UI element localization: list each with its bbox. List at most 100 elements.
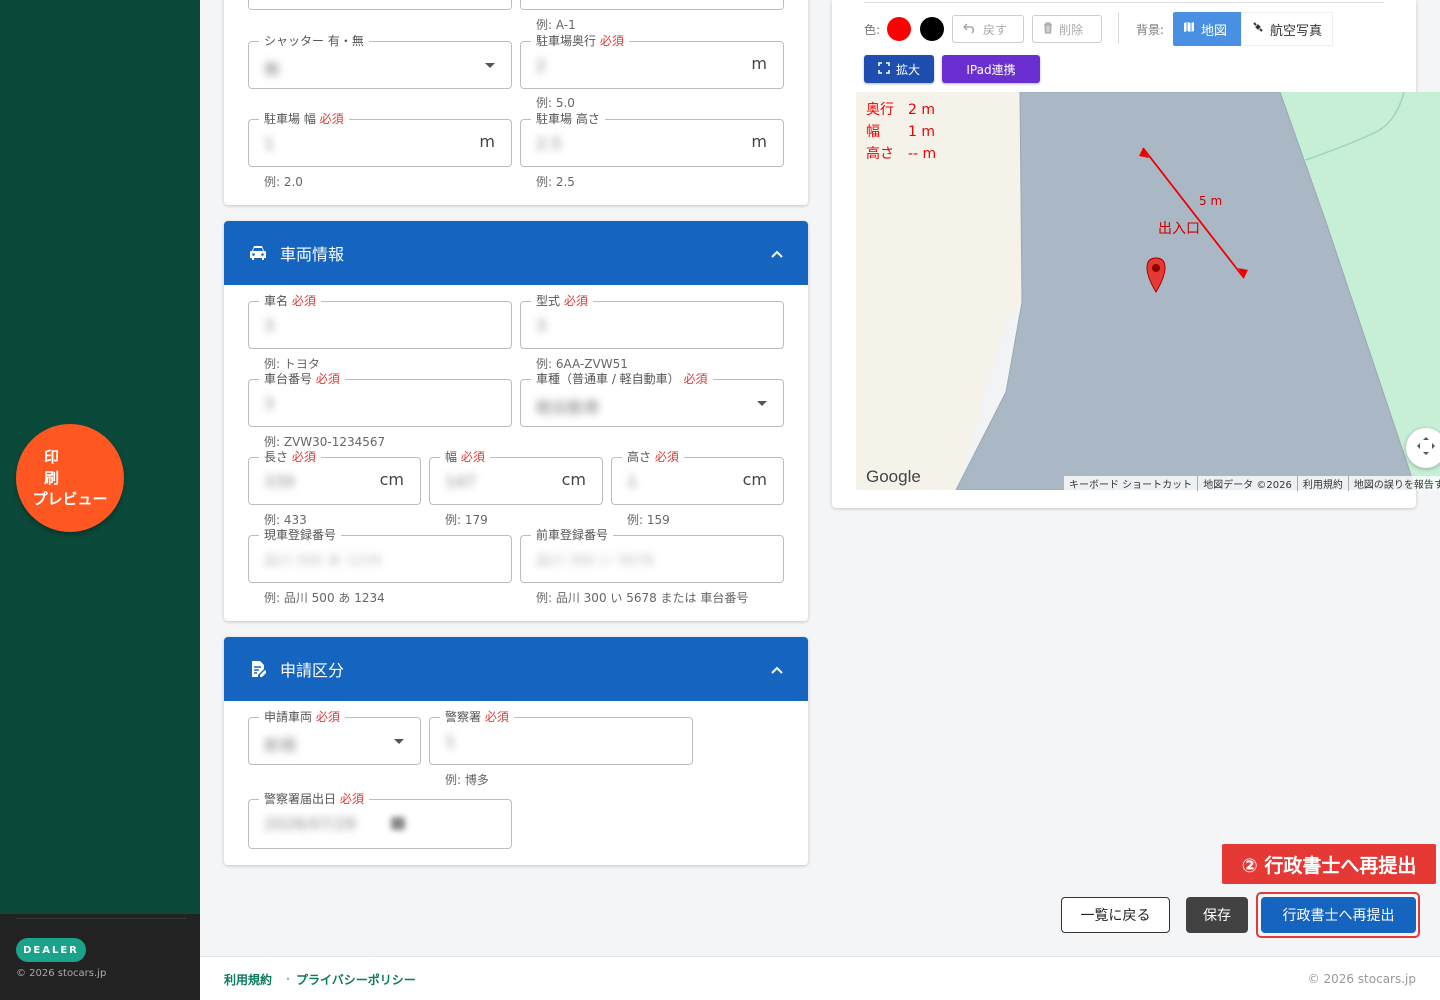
- map-icon: [1183, 21, 1195, 37]
- measure-depth: 奥行 2 m: [866, 102, 935, 118]
- application-card-header[interactable]: 申請区分: [224, 637, 808, 701]
- map-fullscreen-button[interactable]: [1406, 428, 1440, 468]
- parking-width-hint: 例: 2.0: [264, 175, 303, 189]
- terms-link[interactable]: 利用規約: [224, 971, 272, 988]
- parking-area-field[interactable]: [520, 0, 784, 10]
- footer-separator: ・: [282, 972, 295, 986]
- shutter-select[interactable]: シャッター 有・無 無: [248, 33, 512, 89]
- vehicle-model-field[interactable]: 型式 必須 3: [520, 293, 784, 349]
- parking-depth-field[interactable]: 駐車場奥行 必須 2 m: [520, 33, 784, 89]
- chevron-up-icon[interactable]: [770, 660, 784, 679]
- map-entrance-label: 出入口: [1158, 221, 1200, 237]
- previous-registration-hint: 例: 品川 300 い 5678 または 車台番号: [536, 591, 749, 605]
- vehicle-type-value: 軽自動車: [536, 398, 601, 417]
- expand-label: 拡大: [895, 62, 920, 77]
- chevron-up-icon[interactable]: [770, 244, 784, 263]
- privacy-link[interactable]: プライバシーポリシー: [296, 971, 416, 988]
- sidebar-copyright: © 2026 stocars.jp: [16, 968, 107, 979]
- parking-depth-value: 2: [536, 56, 547, 75]
- police-station-field[interactable]: 警察署 必須 1: [429, 709, 693, 765]
- map-terms-link[interactable]: 利用規約: [1298, 475, 1349, 491]
- parking-width-label: 駐車場 幅 必須: [259, 111, 349, 127]
- ipad-sync-label: IPad連携: [966, 62, 1016, 77]
- vehicle-width-field[interactable]: 幅 必須 147 cm: [429, 449, 603, 505]
- parking-depth-label: 駐車場奥行 必須: [531, 33, 629, 49]
- aerial-view-button[interactable]: 航空写真: [1241, 12, 1333, 46]
- parking-number-hint: 例: A-1: [536, 18, 576, 32]
- shutter-label: シャッター 有・無: [259, 33, 369, 49]
- chevron-down-icon: [394, 739, 404, 744]
- current-registration-label: 現車登録番号: [259, 527, 342, 543]
- back-to-list-button[interactable]: 一覧に戻る: [1061, 897, 1170, 933]
- map-report-link[interactable]: 地図の誤りを報告す: [1349, 476, 1440, 491]
- vehicle-length-field[interactable]: 長さ 必須 339 cm: [248, 449, 421, 505]
- toolbar-divider: [864, 2, 1384, 3]
- vehicle-type-label: 車種（普通車 / 軽自動車） 必須: [531, 371, 713, 387]
- undo-label: 戻す: [983, 22, 1008, 37]
- parking-width-field[interactable]: 駐車場 幅 必須 1 m: [248, 111, 512, 167]
- delete-button[interactable]: 削除: [1032, 15, 1102, 43]
- print-preview-button[interactable]: 印刷 プレビュー: [16, 424, 124, 532]
- map-arrow-label: 5 m: [1199, 194, 1223, 208]
- calendar-icon[interactable]: [389, 814, 407, 832]
- aerial-view-label: 航空写真: [1270, 23, 1323, 39]
- delete-label: 削除: [1059, 22, 1084, 37]
- parking-card: 例: A-1 シャッター 有・無 無 駐車場奥行 必須 2 m 例: 5.0 駐…: [224, 0, 808, 205]
- police-station-value: 1: [445, 732, 456, 751]
- current-registration-placeholder: 品川 500 あ 1234: [264, 553, 382, 569]
- color-black-swatch[interactable]: [920, 17, 944, 41]
- vehicle-card-header[interactable]: 車両情報: [224, 221, 808, 285]
- ipad-sync-button[interactable]: IPad連携: [942, 55, 1040, 83]
- vehicle-width-hint: 例: 179: [445, 513, 488, 527]
- parking-number-field[interactable]: [248, 0, 512, 10]
- previous-registration-label: 前車登録番号: [531, 527, 614, 543]
- map-attribution: キーボード ショートカット 地図データ ©2026 利用規約 地図の誤りを報告す: [1064, 475, 1440, 491]
- vehicle-model-value: 3: [536, 316, 547, 335]
- parking-height-field[interactable]: 駐車場 高さ 2.5 m: [520, 111, 784, 167]
- current-registration-field[interactable]: 現車登録番号 品川 500 あ 1234: [248, 527, 512, 583]
- police-station-label: 警察署 必須: [440, 709, 514, 725]
- color-red-swatch[interactable]: [887, 17, 911, 41]
- vehicle-height-field[interactable]: 高さ 必須 1 cm: [611, 449, 784, 505]
- footer-copyright: © 2026 stocars.jp: [1307, 972, 1416, 986]
- map-canvas[interactable]: 5 m 出入口 奥行 2 m 幅 1 m 高さ -- m: [856, 92, 1440, 490]
- chevron-down-icon: [757, 401, 767, 406]
- parking-height-hint: 例: 2.5: [536, 175, 575, 189]
- dealer-badge: DEALER: [16, 938, 86, 962]
- application-card-title: 申請区分: [280, 661, 345, 680]
- vehicle-length-value: 339: [264, 472, 295, 491]
- map-data-label: 地図データ ©2026: [1198, 475, 1298, 491]
- map-view-button[interactable]: 地図: [1173, 12, 1241, 46]
- vehicle-name-field[interactable]: 車名 必須 3: [248, 293, 512, 349]
- application-vehicle-value: 新規: [264, 736, 297, 755]
- toolbar-separator: [1118, 12, 1119, 44]
- print-preview-label-2: プレビュー: [32, 489, 108, 508]
- map-keyboard-shortcuts-link[interactable]: キーボード ショートカット: [1064, 475, 1199, 491]
- previous-registration-field[interactable]: 前車登録番号 品川 300 い 5678: [520, 527, 784, 583]
- measurements: 奥行 2 m 幅 1 m 高さ -- m: [866, 99, 936, 165]
- resubmit-callout: ② 行政書士へ再提出: [1222, 844, 1436, 884]
- vehicle-height-label: 高さ 必須: [622, 449, 684, 465]
- document-edit-icon: [248, 659, 268, 679]
- application-vehicle-select[interactable]: 申請車両 必須 新規: [248, 709, 421, 765]
- vehicle-height-hint: 例: 159: [627, 513, 670, 527]
- chassis-number-hint: 例: ZVW30-1234567: [264, 435, 386, 449]
- parking-width-value: 1: [264, 134, 275, 153]
- vehicle-height-value: 1: [627, 472, 638, 491]
- police-date-field[interactable]: 警察署届出日 必須 2026/07/28: [248, 791, 512, 849]
- parking-height-value: 2.5: [536, 134, 562, 153]
- police-date-label: 警察署届出日 必須: [259, 791, 369, 807]
- vehicle-length-unit: cm: [379, 470, 404, 489]
- undo-icon: [962, 22, 977, 37]
- expand-button[interactable]: 拡大: [864, 55, 934, 83]
- vehicle-type-select[interactable]: 車種（普通車 / 軽自動車） 必須 軽自動車: [520, 371, 784, 427]
- undo-button[interactable]: 戻す: [952, 15, 1024, 43]
- current-registration-hint: 例: 品川 500 あ 1234: [264, 591, 385, 605]
- application-vehicle-label: 申請車両 必須: [259, 709, 345, 725]
- chassis-number-field[interactable]: 車台番号 必須 3: [248, 371, 512, 427]
- page-footer: 利用規約 ・ プライバシーポリシー © 2026 stocars.jp: [200, 956, 1440, 1000]
- fullscreen-icon: [878, 61, 890, 77]
- save-button[interactable]: 保存: [1186, 897, 1248, 933]
- resubmit-button[interactable]: 行政書士へ再提出: [1261, 897, 1416, 933]
- vehicle-height-unit: cm: [742, 470, 767, 489]
